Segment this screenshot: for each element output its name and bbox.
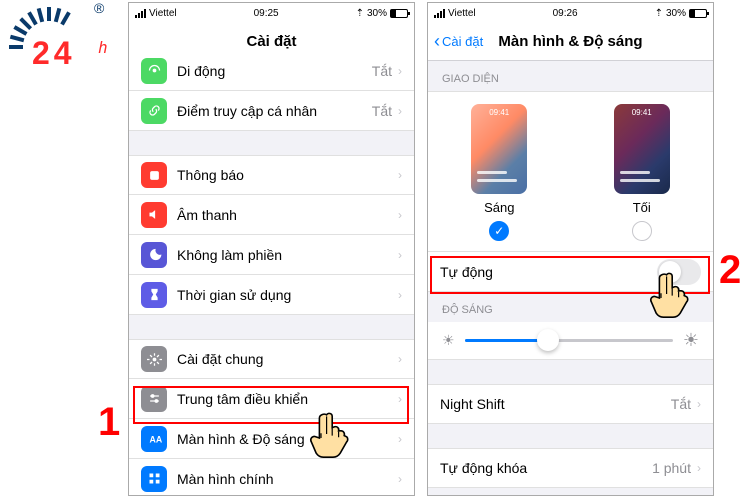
chevron-right-icon: › — [398, 104, 402, 118]
radio-unselected[interactable] — [632, 221, 652, 241]
cell-home-screen[interactable]: Màn hình chính› — [129, 459, 414, 496]
cell-hotspot[interactable]: Điểm truy cập cá nhânTắt› — [129, 91, 414, 131]
chevron-right-icon: › — [398, 352, 402, 366]
page-title: Màn hình & Độ sáng — [498, 33, 642, 50]
link-icon — [141, 98, 167, 124]
chevron-right-icon: › — [697, 461, 701, 475]
brightness-slider[interactable]: ☀ ☀ — [428, 322, 713, 360]
cell-auto-lock[interactable]: Tự động khóa 1 phút › — [428, 448, 713, 488]
gear-icon — [141, 346, 167, 372]
light-thumbnail: 09:41 — [471, 104, 527, 194]
status-time: 09:26 — [553, 8, 578, 19]
logo-24: 24 — [32, 35, 76, 71]
logo-h: h — [98, 38, 108, 57]
cell-cellular[interactable]: Di độngTắt› — [129, 51, 414, 91]
marker-2: 2 — [719, 248, 741, 293]
navbar: ‹Cài đặt Màn hình & Độ sáng — [428, 23, 713, 61]
cell-auto-appearance[interactable]: Tự động — [428, 252, 713, 292]
appearance-picker: 09:41 Sáng 09:41 Tối — [428, 91, 713, 252]
moon-icon — [141, 242, 167, 268]
status-bar: Viettel 09:26 ⇡30% — [428, 3, 713, 23]
chevron-right-icon: › — [398, 248, 402, 262]
grid-icon — [141, 466, 167, 492]
sliders-icon — [141, 386, 167, 412]
svg-text:AA: AA — [149, 434, 162, 444]
cell-general[interactable]: Cài đặt chung› — [129, 339, 414, 379]
phone-display-settings: Viettel 09:26 ⇡30% ‹Cài đặt Màn hình & Đ… — [427, 2, 714, 496]
speaker-icon — [141, 202, 167, 228]
status-time: 09:25 — [254, 8, 279, 19]
status-bar: Viettel 09:25 ⇡30% — [129, 3, 414, 23]
appearance-dark[interactable]: 09:41 Tối — [614, 104, 670, 241]
sun-small-icon: ☀ — [442, 332, 455, 349]
marker-1: 1 — [98, 400, 120, 445]
sun-large-icon: ☀ — [683, 330, 699, 351]
chevron-right-icon: › — [398, 472, 402, 486]
chevron-right-icon: › — [398, 392, 402, 406]
chevron-right-icon: › — [398, 432, 402, 446]
cell-notifications[interactable]: Thông báo› — [129, 155, 414, 195]
chevron-right-icon: › — [398, 168, 402, 182]
toggle-off[interactable] — [657, 259, 701, 285]
back-button[interactable]: ‹Cài đặt — [434, 31, 483, 52]
phone-settings: Viettel 09:25 ⇡30% Cài đặt Di độngTắt› Đ… — [128, 2, 415, 496]
text-size-icon: AA — [141, 426, 167, 452]
hourglass-icon — [141, 282, 167, 308]
cell-display-brightness[interactable]: AAMàn hình & Độ sáng› — [129, 419, 414, 459]
cell-sounds[interactable]: Âm thanh› — [129, 195, 414, 235]
dark-thumbnail: 09:41 — [614, 104, 670, 194]
cell-night-shift[interactable]: Night Shift Tắt › — [428, 384, 713, 424]
page-title: Cài đặt — [246, 33, 296, 50]
section-appearance: Giao diện — [428, 61, 713, 91]
appearance-light[interactable]: 09:41 Sáng — [471, 104, 527, 241]
bell-icon — [141, 162, 167, 188]
chevron-right-icon: › — [398, 64, 402, 78]
chevron-right-icon: › — [398, 288, 402, 302]
logo-24h: ® 24 h — [4, 2, 124, 92]
cell-dnd[interactable]: Không làm phiền› — [129, 235, 414, 275]
section-brightness: Độ sáng — [428, 292, 713, 322]
chevron-right-icon: › — [398, 208, 402, 222]
radio-selected[interactable] — [489, 221, 509, 241]
chevron-right-icon: › — [697, 397, 701, 411]
cell-screentime[interactable]: Thời gian sử dụng› — [129, 275, 414, 315]
chevron-left-icon: ‹ — [434, 31, 440, 52]
cell-control-center[interactable]: Trung tâm điều khiển› — [129, 379, 414, 419]
antenna-icon — [141, 58, 167, 84]
